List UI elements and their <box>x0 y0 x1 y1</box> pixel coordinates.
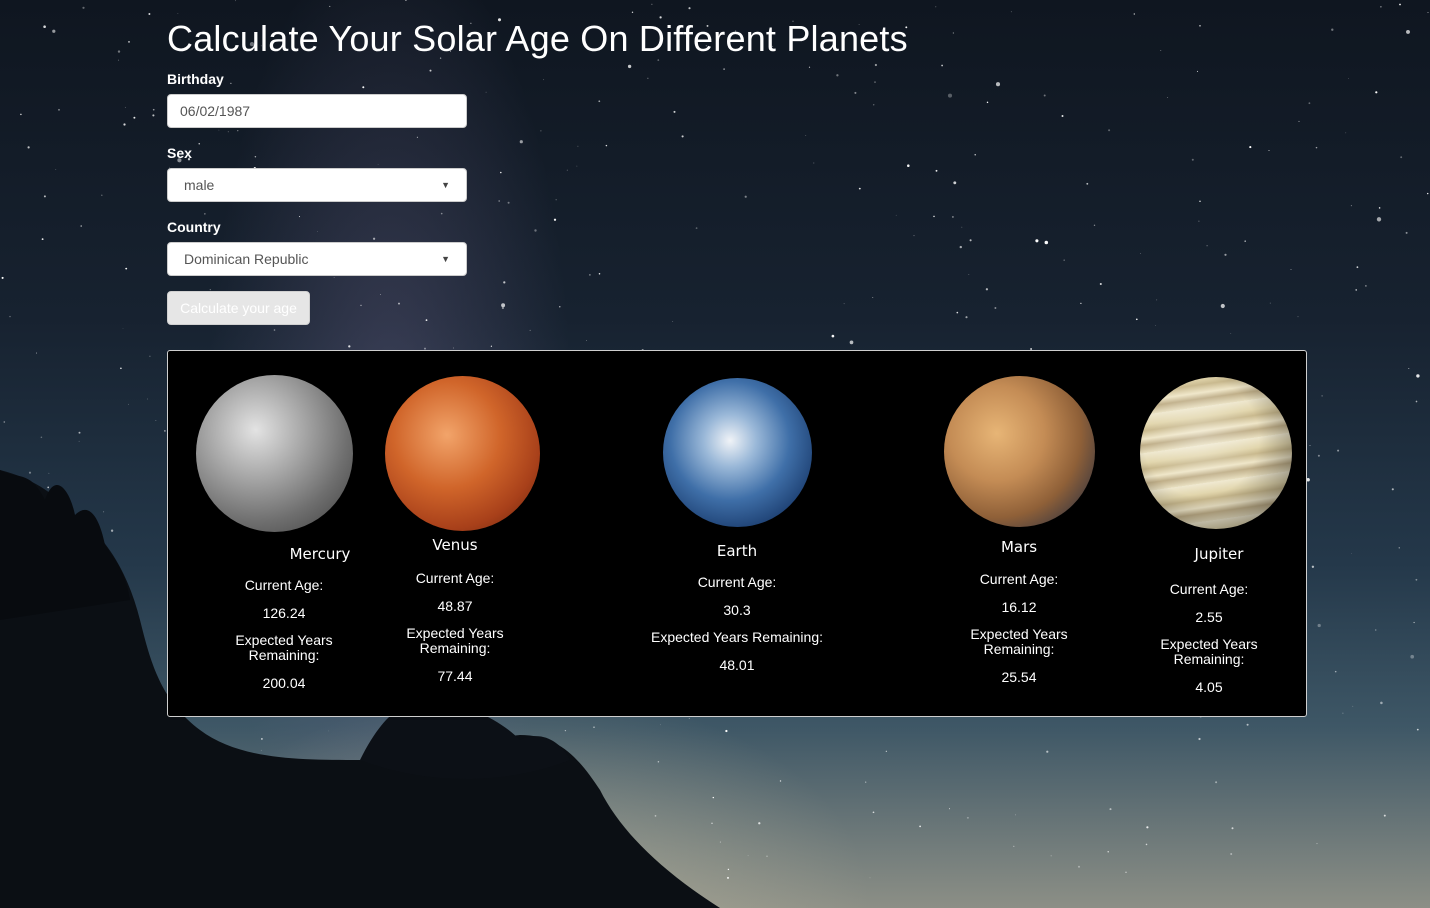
expected-years-value: 4.05 <box>1195 679 1223 695</box>
planet-name: Venus <box>432 536 478 554</box>
expected-years-value: 77.44 <box>437 668 473 684</box>
results-panel: Mercury Current Age: 126.24 Expected Yea… <box>167 350 1307 717</box>
expected-years-label: Expected Years <box>970 626 1068 642</box>
current-age-value: 126.24 <box>262 605 306 621</box>
current-age-label: Current Age: <box>415 570 495 586</box>
country-select-value: Dominican Republic <box>184 251 309 267</box>
remaining-label: Remaining: <box>1173 651 1245 667</box>
planet-card-venus: Venus Current Age: 48.87 Expected Years … <box>380 371 540 701</box>
planet-name: Mercury <box>289 545 351 563</box>
calculate-button[interactable]: Calculate your age <box>167 291 310 325</box>
current-age-label: Current Age: <box>244 577 324 593</box>
sex-select[interactable]: male ▼ <box>167 168 467 202</box>
mars-image <box>944 376 1095 527</box>
current-age-value: 30.3 <box>723 602 751 618</box>
planet-name: Mars <box>1000 538 1038 556</box>
current-age-value: 16.12 <box>1001 599 1037 615</box>
current-age-value: 2.55 <box>1195 609 1223 625</box>
planet-card-mercury: Mercury Current Age: 126.24 Expected Yea… <box>196 371 364 701</box>
chevron-down-icon: ▼ <box>441 180 450 190</box>
jupiter-image <box>1140 377 1292 529</box>
planet-name: Jupiter <box>1194 545 1244 563</box>
planet-name: Earth <box>716 542 758 560</box>
remaining-label: Remaining: <box>419 640 491 656</box>
remaining-label: Remaining: <box>248 647 320 663</box>
mercury-image <box>196 375 353 532</box>
page-title: Calculate Your Solar Age On Different Pl… <box>167 18 908 59</box>
sex-select-value: male <box>184 177 215 193</box>
sex-label: Sex <box>167 145 192 161</box>
expected-years-label: Expected Years <box>1160 636 1258 652</box>
expected-years-value: 48.01 <box>719 657 755 673</box>
planet-card-mars: Mars Current Age: 16.12 Expected Years R… <box>944 371 1095 701</box>
venus-image <box>385 376 540 531</box>
birthday-label: Birthday <box>167 71 224 87</box>
current-age-label: Current Age: <box>697 574 777 590</box>
current-age-label: Current Age: <box>979 571 1059 587</box>
expected-years-label: Expected Years <box>235 632 333 648</box>
expected-years-label: Expected Years <box>406 625 504 641</box>
expected-years-label: Expected Years Remaining: <box>651 629 823 645</box>
birthday-input[interactable] <box>167 94 467 128</box>
expected-years-value: 25.54 <box>1001 669 1037 685</box>
remaining-label: Remaining: <box>983 641 1055 657</box>
current-age-label: Current Age: <box>1169 581 1249 597</box>
chevron-down-icon: ▼ <box>441 254 450 264</box>
planet-card-jupiter: Jupiter Current Age: 2.55 Expected Years… <box>1134 371 1292 701</box>
country-select[interactable]: Dominican Republic ▼ <box>167 242 467 276</box>
current-age-value: 48.87 <box>437 598 473 614</box>
earth-image <box>663 378 812 527</box>
planet-card-earth: Earth Current Age: 30.3 Expected Years R… <box>637 371 837 701</box>
expected-years-value: 200.04 <box>262 675 306 691</box>
country-label: Country <box>167 219 221 235</box>
